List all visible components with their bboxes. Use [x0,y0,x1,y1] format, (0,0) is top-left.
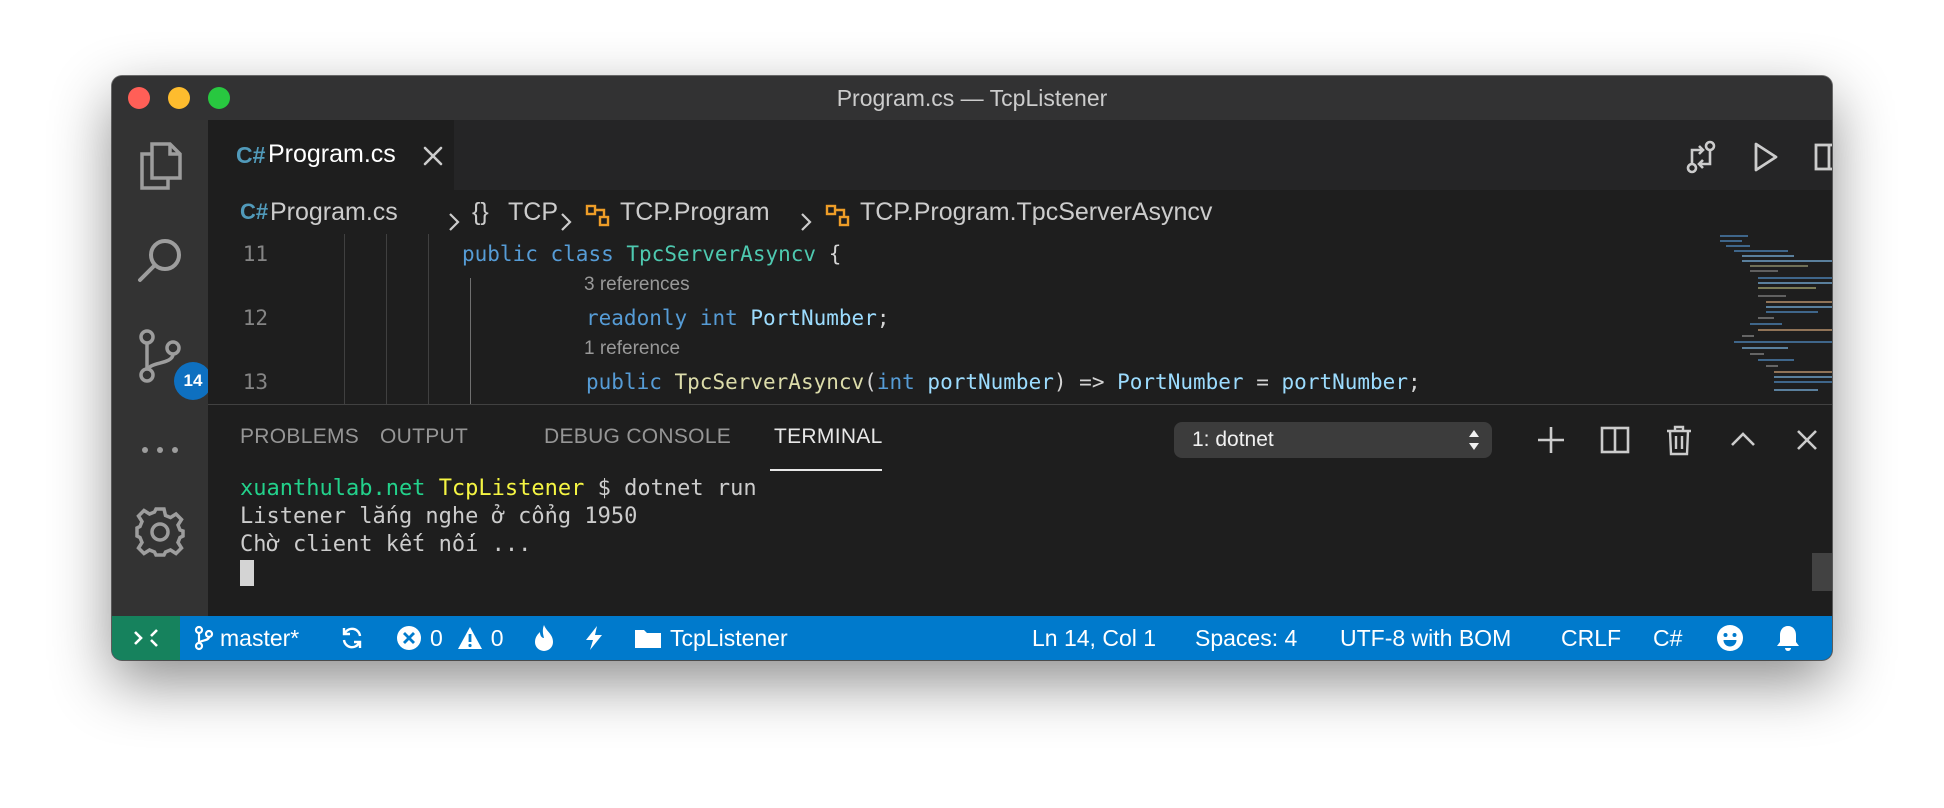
error-icon [396,625,422,651]
files-icon[interactable] [130,136,190,196]
bottom-panel: PROBLEMS OUTPUT DEBUG CONSOLE TERMINAL 1… [208,405,1832,616]
remote-indicator[interactable] [112,616,180,660]
code-line: readonly int PortNumber; [586,306,890,330]
indentation[interactable]: Spaces: 4 [1195,616,1297,660]
line-number: 12 [242,306,268,330]
line-ending[interactable]: CRLF [1561,616,1621,660]
tab-output[interactable]: OUTPUT [380,425,468,449]
plus-icon[interactable] [1534,423,1568,457]
status-bar: master* 0 0 TcpListener Ln 14, Col 1 Spa… [112,616,1832,660]
code-line: public class TpcServerAsyncv { [462,242,842,266]
encoding[interactable]: UTF-8 with BOM [1340,616,1511,660]
select-arrows-icon [1468,428,1480,452]
smiley-icon[interactable] [1716,616,1744,660]
chevron-up-icon[interactable] [1726,423,1760,457]
title-bar: Program.cs — TcpListener [112,76,1832,120]
error-count: 0 [430,625,443,651]
close-icon[interactable] [420,140,446,170]
activity-bar: 14 [112,120,212,616]
code-lens-references[interactable]: 3 references [584,274,690,296]
breadcrumb-csharp-icon: C# [240,199,269,224]
vscode-window: Program.cs — TcpListener 14 C# Program.c… [112,76,1832,660]
folder-name: TcpListener [670,625,788,651]
trash-icon[interactable] [1662,423,1696,457]
breadcrumb-class[interactable]: TCP.Program [620,190,770,234]
terminal-line: Chờ client kết nối ... [240,532,532,557]
terminal-command: dotnet run [624,476,757,501]
code-line: public TpcServerAsyncv(int portNumber) =… [586,370,1421,394]
scm-badge: 14 [174,362,212,400]
source-control-icon[interactable]: 14 [130,326,212,400]
split-editor-icon[interactable] [1812,140,1832,174]
active-tab-indicator [770,469,882,471]
terminal-prompt: $ [597,476,611,501]
csharp-file-icon: C# [236,142,266,168]
gear-icon[interactable] [130,502,190,562]
remote-icon [132,616,160,660]
terminal-output[interactable]: xuanthulab.net TcpListener $ dotnet run … [240,475,757,587]
indent-guide [428,234,429,404]
terminal-host: xuanthulab.net [240,476,426,501]
breadcrumb: C# Program.cs {} TCP TCP.Program TCP.Pro… [208,190,1832,234]
indent-guide [386,234,387,404]
terminal-line: Listener lắng nghe ở cổng 1950 [240,504,638,529]
flame-icon[interactable] [532,616,556,660]
sync-icon[interactable] [340,616,364,660]
search-icon[interactable] [130,230,190,290]
code-editor[interactable]: 11 public class TpcServerAsyncv { 3 refe… [208,234,1832,404]
problems-indicator[interactable]: 0 0 [396,616,504,660]
code-lens-references[interactable]: 1 reference [584,338,680,360]
warning-count: 0 [490,625,504,651]
tab-debug-console[interactable]: DEBUG CONSOLE [544,425,731,449]
breadcrumb-member[interactable]: TCP.Program.TpcServerAsyncv [860,190,1212,234]
terminal-select[interactable]: 1: dotnet [1174,422,1492,458]
run-icon[interactable] [1748,140,1782,174]
namespace-icon: {} [472,198,489,226]
more-icon[interactable] [130,420,190,480]
tab-terminal[interactable]: TERMINAL [774,425,883,449]
split-editor-icon[interactable] [1598,423,1632,457]
tab-title: Program.cs [268,140,396,168]
terminal-scrollbar-thumb[interactable] [1812,553,1832,591]
branch-name: master* [220,625,300,651]
window-title: Program.cs — TcpListener [836,85,1108,111]
indent-guide-active [470,278,471,404]
warning-icon [457,626,483,650]
minimap[interactable] [1698,234,1832,404]
editor-tab-bar: C# Program.cs [208,120,1832,190]
cursor-position[interactable]: Ln 14, Col 1 [1032,616,1156,660]
language-mode[interactable]: C# [1653,616,1682,660]
folder-icon [634,627,662,649]
tab-problems[interactable]: PROBLEMS [240,425,359,449]
terminal-dir: TcpListener [438,476,585,501]
branch-icon [194,625,214,651]
terminal-cursor [240,560,254,586]
folder-indicator[interactable]: TcpListener [634,616,788,660]
indent-guide [344,234,345,404]
bell-icon[interactable] [1776,616,1800,660]
close-icon[interactable] [1790,423,1824,457]
line-number: 11 [242,242,268,266]
line-number: 13 [242,370,268,394]
breadcrumb-namespace[interactable]: TCP [508,190,558,234]
terminal-select-value: 1: dotnet [1192,428,1274,451]
branch-indicator[interactable]: master* [194,616,299,660]
breadcrumb-file[interactable]: Program.cs [270,190,398,234]
lightning-icon[interactable] [584,616,604,660]
tab-program-cs[interactable]: C# Program.cs [208,120,454,190]
compare-changes-icon[interactable] [1684,140,1718,174]
